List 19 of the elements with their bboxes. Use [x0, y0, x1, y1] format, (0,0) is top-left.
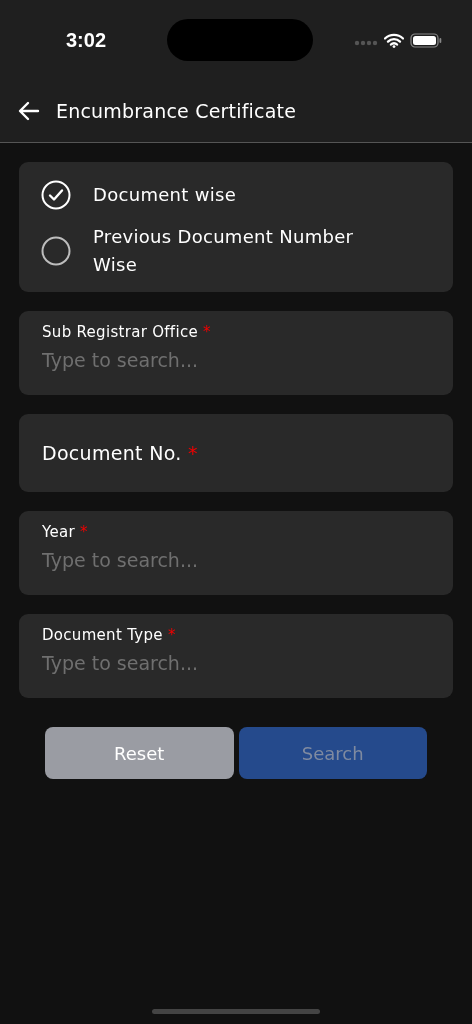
form-field[interactable]: Document Type * Type to search... — [19, 614, 453, 698]
form-field[interactable]: Year * Type to search... — [19, 511, 453, 595]
radio-option[interactable]: Previous Document Number Wise — [41, 220, 431, 282]
form-field[interactable]: Document No. * — [19, 414, 453, 492]
field-label: Sub Registrar Office * — [42, 323, 212, 341]
form-field[interactable]: Sub Registrar Office * Type to search... — [19, 311, 453, 395]
search-input[interactable]: Type to search... — [42, 650, 430, 676]
battery-icon — [410, 32, 442, 48]
field-label: Document Type * — [42, 626, 177, 644]
signal-icon — [354, 40, 378, 46]
back-arrow-icon[interactable] — [18, 101, 40, 121]
field-label: Document No. * — [42, 442, 199, 464]
status-time: 3:02 — [66, 28, 107, 52]
page-title: Encumbrance Certificate — [56, 100, 297, 122]
radio-option[interactable]: Document wise — [41, 170, 431, 220]
field-label: Year * — [42, 523, 89, 541]
wifi-icon — [384, 32, 404, 48]
search-input[interactable]: Type to search... — [42, 547, 430, 573]
search-input[interactable]: Type to search... — [42, 347, 430, 373]
